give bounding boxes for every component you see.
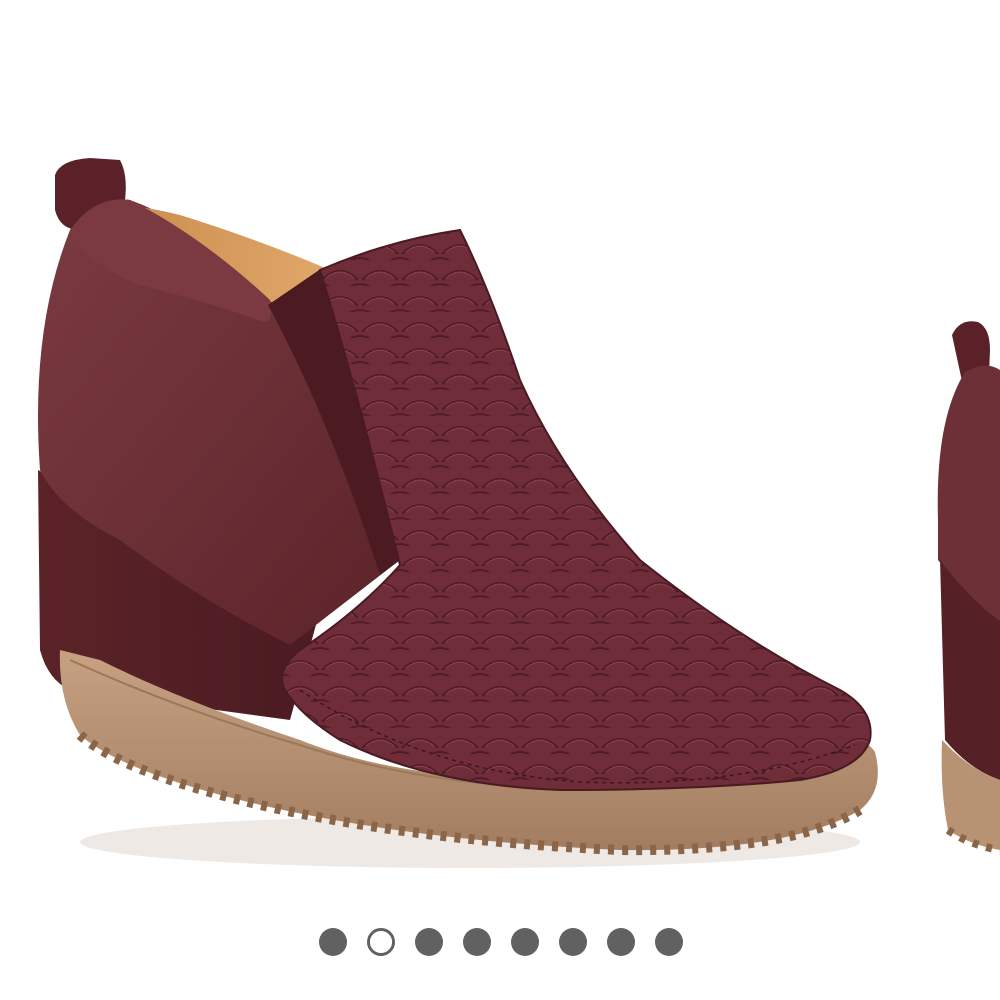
pagination-dot[interactable] — [414, 928, 443, 956]
pagination-dot[interactable] — [606, 928, 635, 956]
carousel-pagination — [0, 926, 1000, 958]
wedge-bootie-next-image — [930, 0, 1000, 900]
product-image-next-peek[interactable] — [930, 0, 1000, 900]
product-image-gallery[interactable] — [0, 0, 1000, 1000]
pagination-dot[interactable] — [510, 928, 539, 956]
wedge-bootie-image — [38, 158, 878, 868]
pagination-dot[interactable] — [654, 928, 683, 956]
pagination-dot-active[interactable] — [366, 928, 395, 956]
pagination-dot[interactable] — [462, 928, 491, 956]
pagination-dot[interactable] — [558, 928, 587, 956]
product-image-main[interactable] — [0, 0, 930, 900]
pagination-dot[interactable] — [318, 928, 347, 956]
